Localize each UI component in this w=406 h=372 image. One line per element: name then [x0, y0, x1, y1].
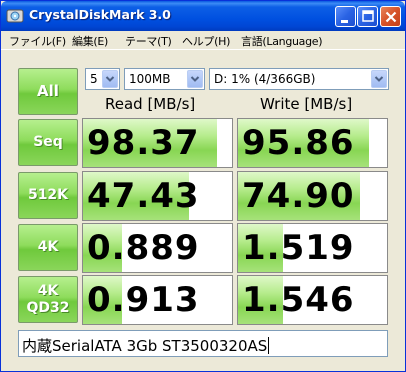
4k-qd32-write-result: 1.546 — [237, 275, 388, 325]
all-button-label: All — [37, 81, 59, 100]
close-icon — [385, 11, 397, 23]
512k-write-value: 74.90 — [242, 176, 355, 216]
menu-divider — [1, 49, 405, 50]
4k-test-button[interactable]: 4K — [18, 224, 78, 271]
seq-label: Seq — [33, 134, 63, 151]
menu-bar: ファイル(F) 編集(E) テーマ(T) ヘルプ(H) 言語(Language) — [1, 31, 405, 49]
menu-theme[interactable]: テーマ(T) — [125, 33, 172, 49]
minimize-button[interactable] — [335, 6, 356, 27]
4k-qd32-read-result: 0.913 — [82, 275, 233, 325]
4k-read-value: 0.889 — [87, 228, 200, 268]
512k-read-result: 47.43 — [82, 171, 233, 221]
title-bar[interactable]: CrystalDiskMark 3.0 — [1, 1, 405, 31]
test-count-dropdown[interactable] — [102, 70, 118, 88]
maximize-button[interactable] — [357, 6, 378, 27]
chevron-down-icon — [374, 76, 384, 82]
4k-write-result: 1.519 — [237, 223, 388, 273]
4k-read-result: 0.889 — [82, 223, 233, 273]
test-count-value: 5 — [90, 72, 98, 86]
write-column-header: Write [MB/s] — [260, 95, 353, 113]
chevron-down-icon — [105, 76, 115, 82]
test-size-dropdown[interactable] — [187, 70, 203, 88]
test-size-select[interactable]: 100MB — [124, 68, 205, 90]
disk-app-icon — [6, 9, 24, 23]
app-window: CrystalDiskMark 3.0 ファイル(F) 編集(E) テーマ(T)… — [0, 0, 406, 372]
drive-select[interactable]: D: 1% (4/366GB) — [209, 68, 389, 90]
read-column-header: Read [MB/s] — [105, 95, 196, 113]
seq-write-result: 95.86 — [237, 118, 388, 168]
drive-value: D: 1% (4/366GB) — [214, 72, 316, 86]
seq-write-value: 95.86 — [242, 123, 355, 163]
512k-test-button[interactable]: 512K — [18, 172, 78, 219]
chevron-down-icon — [190, 76, 200, 82]
seq-read-result: 98.37 — [82, 118, 233, 168]
menu-language[interactable]: 言語(Language) — [241, 33, 323, 49]
4k-write-value: 1.519 — [242, 228, 355, 268]
minimize-icon — [341, 20, 348, 23]
512k-read-value: 47.43 — [87, 176, 200, 216]
4k-qd32-test-button[interactable]: 4K QD32 — [18, 276, 78, 323]
seq-read-value: 98.37 — [87, 123, 200, 163]
4k-qd32-label-line2: QD32 — [26, 299, 70, 316]
menu-file[interactable]: ファイル(F) — [9, 33, 66, 49]
menu-help[interactable]: ヘルプ(H) — [182, 33, 230, 49]
window-title: CrystalDiskMark 3.0 — [29, 7, 171, 22]
comment-text: 内蔵SerialATA 3Gb ST3500320AS — [22, 337, 268, 355]
text-caret — [268, 337, 270, 354]
4k-label: 4K — [37, 239, 59, 256]
menu-edit[interactable]: 編集(E) — [72, 33, 108, 49]
seq-test-button[interactable]: Seq — [18, 119, 78, 166]
4k-qd32-write-value: 1.546 — [242, 280, 355, 320]
test-size-value: 100MB — [129, 72, 171, 86]
4k-qd32-label-line1: 4K — [37, 283, 59, 300]
drive-dropdown[interactable] — [371, 70, 387, 88]
512k-label: 512K — [27, 187, 69, 204]
maximize-icon — [362, 10, 374, 22]
all-button[interactable]: All — [18, 68, 78, 115]
close-button[interactable] — [380, 6, 401, 27]
comment-input[interactable]: 内蔵SerialATA 3Gb ST3500320AS — [18, 330, 388, 357]
test-count-select[interactable]: 5 — [85, 68, 120, 90]
4k-qd32-read-value: 0.913 — [87, 280, 200, 320]
512k-write-result: 74.90 — [237, 171, 388, 221]
